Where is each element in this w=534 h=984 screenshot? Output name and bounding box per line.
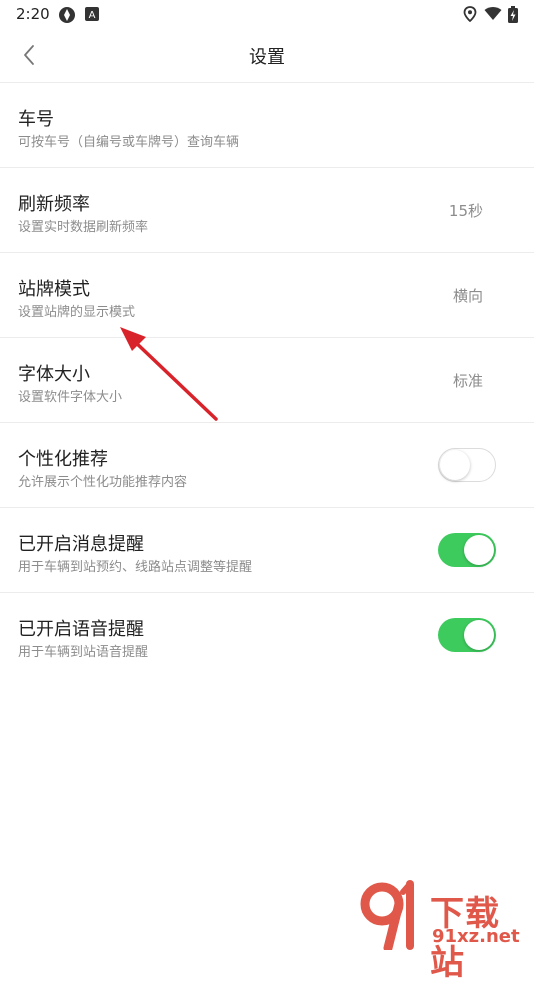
- setting-row-font-size[interactable]: 字体大小 设置软件字体大小 标准: [0, 338, 534, 423]
- personalized-recommendation-toggle[interactable]: [438, 448, 496, 482]
- watermark-logo-icon: [360, 880, 414, 950]
- setting-row-vehicle-number[interactable]: 车号 可按车号（自编号或车牌号）查询车辆: [0, 83, 534, 168]
- svg-text:A: A: [89, 10, 96, 21]
- setting-title: 刷新频率: [18, 194, 90, 215]
- vpn-icon: [59, 7, 75, 23]
- toggle-knob: [464, 535, 494, 565]
- setting-row-personalized-recommendation: 个性化推荐 允许展示个性化功能推荐内容: [0, 423, 534, 508]
- wifi-icon: [484, 7, 502, 20]
- location-icon: [463, 6, 477, 22]
- voice-reminder-toggle[interactable]: [438, 618, 496, 652]
- setting-subtitle: 允许展示个性化功能推荐内容: [18, 475, 188, 490]
- navigation-bar: 设置: [0, 28, 534, 83]
- setting-value: 横向: [452, 287, 483, 305]
- toggle-knob: [464, 620, 494, 650]
- setting-title: 已开启消息提醒: [18, 534, 144, 555]
- setting-row-message-reminder: 已开启消息提醒 用于车辆到站预约、线路站点调整等提醒: [0, 508, 534, 593]
- battery-charging-icon: [508, 6, 518, 23]
- setting-title: 车号: [18, 109, 54, 130]
- setting-title: 字体大小: [18, 364, 90, 385]
- annotation-arrow-icon: [120, 327, 218, 421]
- toggle-knob: [440, 450, 470, 480]
- status-time: 2:20: [16, 5, 50, 23]
- settings-list: 车号 可按车号（自编号或车牌号）查询车辆 刷新频率 设置实时数据刷新频率 15秒…: [0, 83, 534, 678]
- setting-subtitle: 用于车辆到站预约、线路站点调整等提醒: [18, 560, 253, 575]
- setting-value: 标准: [452, 372, 483, 390]
- setting-row-voice-reminder: 已开启语音提醒 用于车辆到站语音提醒: [0, 593, 534, 678]
- setting-subtitle: 用于车辆到站语音提醒: [18, 645, 149, 660]
- setting-title: 个性化推荐: [18, 449, 108, 470]
- setting-title: 已开启语音提醒: [18, 619, 144, 640]
- watermark: 下载站 91xz.net: [358, 880, 534, 983]
- setting-row-stop-board-mode[interactable]: 站牌模式 设置站牌的显示模式 横向: [0, 253, 534, 338]
- setting-value: 15秒: [448, 202, 483, 220]
- setting-title: 站牌模式: [18, 279, 90, 300]
- message-reminder-toggle[interactable]: [438, 533, 496, 567]
- setting-subtitle: 设置实时数据刷新频率: [18, 220, 149, 235]
- page-title: 设置: [249, 47, 285, 68]
- watermark-url: 91xz.net: [432, 926, 520, 947]
- setting-subtitle: 设置软件字体大小: [18, 390, 123, 405]
- setting-subtitle: 可按车号（自编号或车牌号）查询车辆: [18, 135, 240, 150]
- notification-a-icon: A: [85, 7, 99, 21]
- setting-row-refresh-rate[interactable]: 刷新频率 设置实时数据刷新频率 15秒: [0, 168, 534, 253]
- status-bar: 2:20 A: [0, 0, 534, 28]
